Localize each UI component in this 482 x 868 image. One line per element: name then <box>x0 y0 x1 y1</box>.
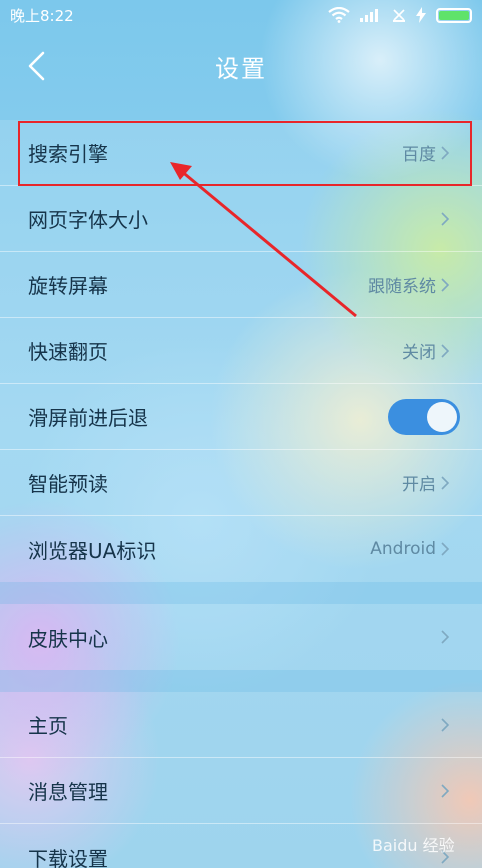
group-divider <box>0 670 482 692</box>
setting-message-management[interactable]: 消息管理 <box>0 758 482 824</box>
setting-right <box>436 715 454 735</box>
setting-value: 开启 <box>402 475 436 495</box>
chevron-right-icon <box>440 539 454 559</box>
setting-label: 滑屏前进后退 <box>28 406 148 430</box>
setting-quick-page-turn[interactable]: 快速翻页 关闭 <box>0 318 482 384</box>
setting-right: 开启 <box>402 470 454 495</box>
swipe-navigation-toggle[interactable] <box>388 398 460 435</box>
setting-right <box>436 209 454 229</box>
chevron-right-icon <box>440 627 454 647</box>
chevron-right-icon <box>440 473 454 493</box>
chevron-right-icon <box>440 275 454 295</box>
setting-label: 快速翻页 <box>28 340 108 364</box>
setting-value: Android <box>370 539 436 559</box>
status-icons <box>328 7 472 23</box>
charging-icon <box>416 7 426 23</box>
setting-browser-ua[interactable]: 浏览器UA标识 Android <box>0 516 482 582</box>
setting-label: 浏览器UA标识 <box>28 538 157 563</box>
baidu-watermark: Baidu 经验 <box>372 836 455 855</box>
signal-icon <box>360 9 378 22</box>
setting-homepage[interactable]: 主页 <box>0 692 482 758</box>
toggle-knob <box>427 401 457 432</box>
page-title: 设置 <box>215 54 267 83</box>
chevron-right-icon <box>440 209 454 229</box>
setting-right <box>436 627 454 647</box>
setting-value: 跟随系统 <box>368 277 436 297</box>
back-button[interactable] <box>16 44 56 88</box>
status-time: 晚上8:22 <box>10 6 74 25</box>
group-divider <box>0 582 482 604</box>
status-bar: 晚上8:22 <box>0 0 482 30</box>
setting-label: 旋转屏幕 <box>28 274 108 298</box>
setting-label: 智能预读 <box>28 472 108 496</box>
settings-group-general: 搜索引擎 百度 网页字体大小 旋转屏幕 跟随系统 快速翻页 关闭 滑屏前进后退 <box>0 120 482 582</box>
wifi-icon <box>328 7 350 23</box>
setting-swipe-navigation: 滑屏前进后退 <box>0 384 482 450</box>
chevron-right-icon <box>440 715 454 735</box>
setting-right: Android <box>370 539 454 559</box>
setting-right: 跟随系统 <box>368 272 454 297</box>
setting-rotate-screen[interactable]: 旋转屏幕 跟随系统 <box>0 252 482 318</box>
setting-label: 皮肤中心 <box>28 626 108 651</box>
annotation-highlight-box <box>18 121 472 186</box>
setting-skin-center[interactable]: 皮肤中心 <box>0 604 482 670</box>
settings-group-skin: 皮肤中心 <box>0 604 482 670</box>
setting-smart-preload[interactable]: 智能预读 开启 <box>0 450 482 516</box>
no-sim-icon <box>393 9 405 22</box>
setting-label: 消息管理 <box>28 780 108 804</box>
chevron-left-icon <box>28 51 45 81</box>
battery-fill <box>439 10 469 20</box>
setting-label: 网页字体大小 <box>28 208 148 232</box>
setting-right <box>436 781 454 801</box>
header: 设置 <box>0 30 482 102</box>
chevron-right-icon <box>440 341 454 361</box>
battery-icon <box>436 7 472 23</box>
setting-label: 主页 <box>28 714 68 738</box>
setting-label: 下载设置 <box>28 846 108 868</box>
setting-value: 关闭 <box>402 343 436 363</box>
setting-font-size[interactable]: 网页字体大小 <box>0 186 482 252</box>
setting-right: 关闭 <box>402 338 454 363</box>
chevron-right-icon <box>440 781 454 801</box>
